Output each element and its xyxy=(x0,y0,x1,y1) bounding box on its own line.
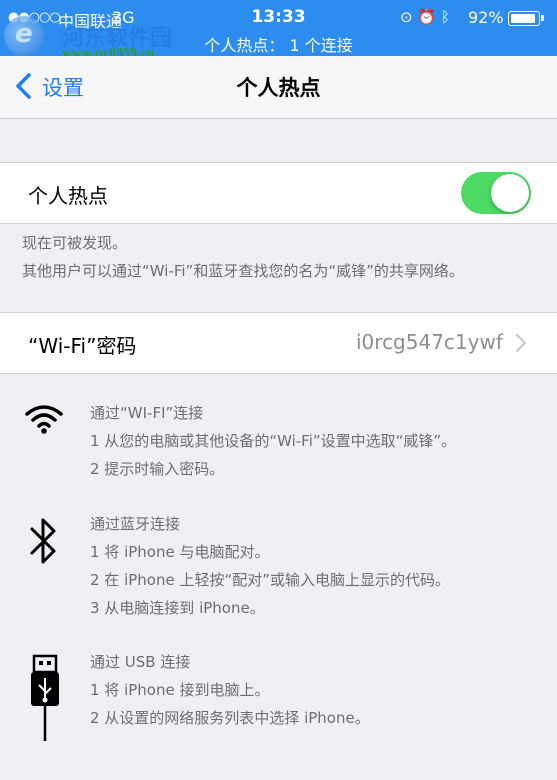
hotspot-toggle-cell: 个人热点 xyxy=(0,162,557,224)
bluetooth-icon: ᛒ xyxy=(440,8,450,26)
navigation-bar: 设置 个人热点 xyxy=(0,56,557,119)
bluetooth-instruction-step: 2 在 iPhone 上轻按“配对”或输入电脑上显示的代码。 xyxy=(90,571,451,589)
wifi-password-label: “Wi-Fi”密码 xyxy=(28,334,137,358)
status-icons: ⊙ ⏰ ᛒ xyxy=(400,8,450,26)
wifi-password-value: i0rcg547c1ywf xyxy=(356,330,503,354)
usb-icon xyxy=(31,654,59,741)
wifi-instruction-step: 1 从您的电脑或其他设备的“Wi-Fi”设置中选取“威锋”。 xyxy=(90,432,457,450)
sharing-note: 其他用户可以通过“Wi-Fi”和蓝牙查找您的名为“威锋”的共享网络。 xyxy=(22,262,464,280)
usb-instruction-step: 2 从设置的网络服务列表中选择 iPhone。 xyxy=(90,709,370,727)
toggle-knob xyxy=(491,174,529,212)
wifi-password-cell[interactable]: “Wi-Fi”密码 i0rcg547c1ywf xyxy=(0,312,557,374)
battery-percentage: 92% xyxy=(468,8,504,27)
hotspot-label: 个人热点 xyxy=(28,184,108,208)
watermark-logo-icon xyxy=(4,16,44,56)
alarm-icon: ⏰ xyxy=(417,8,437,26)
bluetooth-instruction-step: 3 从电脑连接到 iPhone。 xyxy=(90,599,265,617)
page-title: 个人热点 xyxy=(236,76,321,100)
chevron-right-icon xyxy=(515,333,527,353)
wifi-icon xyxy=(25,405,63,434)
battery-icon xyxy=(508,11,540,26)
wifi-instruction-step: 2 提示时输入密码。 xyxy=(90,460,225,478)
battery-level-fill xyxy=(511,14,535,23)
battery-tip xyxy=(541,15,544,21)
lock-rotation-icon: ⊙ xyxy=(400,8,413,26)
bluetooth-instruction-title: 通过蓝牙连接 xyxy=(90,515,181,533)
usb-instruction-step: 1 将 iPhone 接到电脑上。 xyxy=(90,681,270,699)
bluetooth-instruction-step: 1 将 iPhone 与电脑配对。 xyxy=(90,543,270,561)
discoverable-note: 现在可被发现。 xyxy=(22,234,128,252)
wifi-instruction-title: 通过“WI-FI”连接 xyxy=(90,404,204,422)
usb-instruction-title: 通过 USB 连接 xyxy=(90,653,191,671)
bluetooth-icon xyxy=(30,518,56,564)
hotspot-toggle-switch[interactable] xyxy=(461,172,531,214)
